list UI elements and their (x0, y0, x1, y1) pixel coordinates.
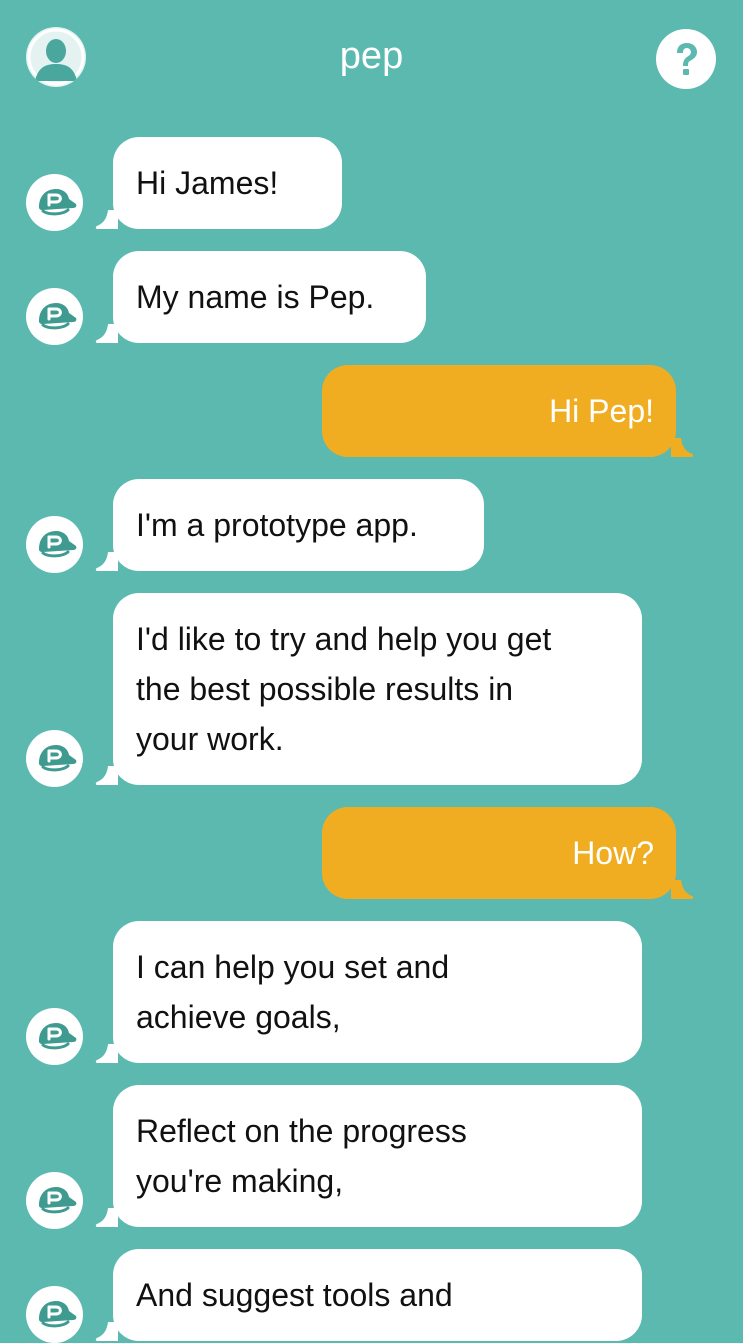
chat-thread: Hi James! My name is Pep. Hi Pep! I'm a pro… (0, 0, 743, 1343)
bot-message-bubble: And suggest tools and (113, 1249, 642, 1341)
pep-cap-logo-icon (26, 174, 83, 231)
pep-cap-logo-icon (26, 1172, 83, 1229)
bot-avatar (26, 1286, 83, 1343)
message-text-line: I can help you set and (136, 949, 450, 985)
bot-message-bubble: My name is Pep. (113, 251, 426, 343)
bot-message-bubble: I can help you set and achieve goals, (113, 921, 642, 1063)
message-text-line: And suggest tools and (136, 1277, 453, 1313)
message-text-line: Reflect on the progress (136, 1113, 467, 1149)
message-text-line: achieve goals, (136, 999, 341, 1035)
pep-cap-logo-icon (26, 1286, 83, 1343)
bot-message-bubble: Reflect on the progress you're making, (113, 1085, 642, 1227)
message-text-line: the best possible results in (136, 671, 514, 707)
bot-avatar (26, 516, 83, 573)
message-text-line: I'm a prototype app. (136, 507, 418, 543)
message-text-line: My name is Pep. (136, 279, 375, 315)
bot-avatar (26, 1172, 83, 1229)
bot-message-bubble: I'd like to try and help you get the best… (113, 593, 642, 785)
user-message-bubble: Hi Pep! (322, 365, 676, 457)
bot-avatar (26, 730, 83, 787)
pep-cap-logo-icon (26, 288, 83, 345)
message-text-line: Hi James! (136, 165, 279, 201)
pep-cap-logo-icon (26, 730, 83, 787)
message-text-line: you're making, (136, 1163, 344, 1199)
message-text-line: your work. (136, 721, 284, 757)
message-text-line: Hi Pep! (549, 393, 654, 429)
message-text-line: I'd like to try and help you get (136, 621, 552, 657)
bot-message-bubble: Hi James! (113, 137, 342, 229)
bot-message-bubble: I'm a prototype app. (113, 479, 484, 571)
pep-cap-logo-icon (26, 1008, 83, 1065)
bot-avatar (26, 174, 83, 231)
bot-avatar (26, 1008, 83, 1065)
user-message-bubble: How? (322, 807, 676, 899)
bot-avatar (26, 288, 83, 345)
message-text-line: How? (572, 835, 654, 871)
pep-cap-logo-icon (26, 516, 83, 573)
